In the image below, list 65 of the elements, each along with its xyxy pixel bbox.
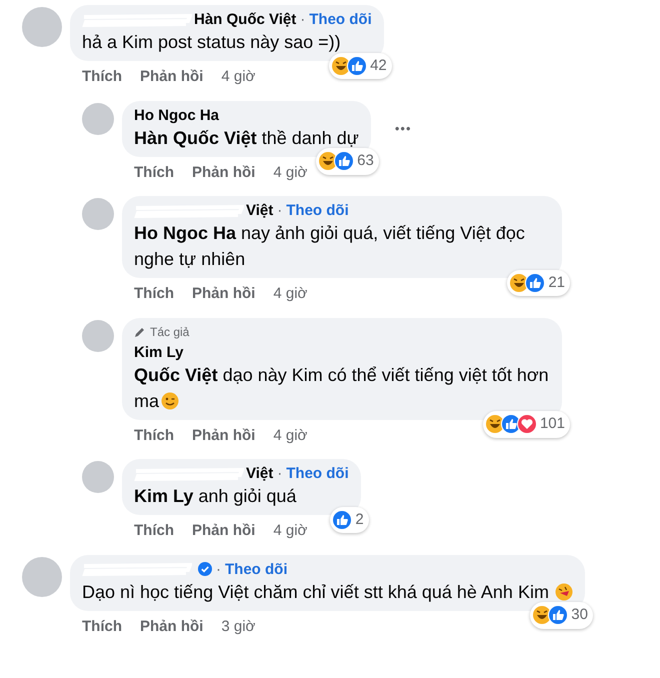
reply-button[interactable]: Phản hồi — [192, 283, 256, 306]
thumbs-up-icon — [347, 56, 368, 76]
separator-dot: · — [300, 10, 306, 29]
avatar[interactable] — [82, 461, 114, 493]
reaction-summary[interactable]: 21 — [507, 270, 570, 296]
comment-text: Hàn Quốc Việt thề danh dự — [134, 126, 359, 150]
reply-button[interactable]: Phản hồi — [140, 66, 204, 88]
like-button[interactable]: Thích — [134, 424, 174, 447]
like-button[interactable]: Thích — [82, 616, 122, 638]
thumbs-up-icon — [525, 272, 546, 293]
avatar[interactable] — [22, 556, 62, 596]
reaction-count: 21 — [548, 272, 565, 292]
pencil-icon — [134, 326, 146, 338]
separator-dot: · — [277, 201, 282, 220]
author-name[interactable]: Kim Ly — [134, 342, 184, 362]
thumbs-up-icon — [334, 151, 354, 172]
follow-link[interactable]: Theo dõi — [286, 464, 349, 483]
comment-text: hả a Kim post status này sao =)) — [82, 31, 342, 54]
avatar[interactable] — [82, 198, 114, 230]
thumbs-up-icon — [332, 510, 352, 530]
reaction-count: 2 — [355, 510, 364, 530]
reply-button[interactable]: Phản hồi — [192, 520, 256, 542]
reaction-count: 101 — [540, 414, 565, 434]
comment-time: 4 giờ — [273, 426, 308, 446]
reaction-summary[interactable]: 63 — [316, 148, 379, 174]
reply-button[interactable]: Phản hồi — [192, 162, 256, 184]
separator-dot: · — [216, 560, 221, 578]
comment-time: 4 giờ — [221, 67, 256, 87]
reply-button[interactable]: Phản hồi — [192, 424, 256, 447]
comment-time: 4 giờ — [273, 284, 308, 304]
like-button[interactable]: Thích — [134, 283, 174, 306]
like-button[interactable]: Thích — [82, 66, 122, 88]
reaction-count: 63 — [357, 151, 374, 171]
avatar[interactable] — [22, 7, 62, 47]
reaction-count: 30 — [571, 605, 588, 625]
avatar[interactable] — [82, 102, 114, 134]
thumbs-up-icon — [548, 605, 568, 626]
reaction-summary[interactable]: 101 — [482, 411, 570, 438]
comment-time: 4 giờ — [273, 162, 308, 182]
author-label: Tác giả — [150, 324, 190, 340]
winking-face-icon — [161, 392, 180, 410]
reaction-summary[interactable]: 2 — [330, 506, 369, 533]
comment-text: Kim Ly anh giỏi quá — [134, 485, 298, 508]
follow-link[interactable]: Theo dõi — [225, 560, 288, 578]
comment-text: Dạo nì học tiếng Việt chăm chỉ viết stt khá quá hè Anh Kim — [82, 578, 573, 604]
separator-dot: · — [277, 464, 282, 483]
more-button[interactable]: ••• — [394, 118, 412, 138]
comment-text: Ho Ngoc Ha nay ảnh giỏi quá, viết tiếng Việt đọc nghe tự nhiên — [134, 222, 526, 271]
like-button[interactable]: Thích — [134, 520, 174, 542]
reaction-count: 42 — [370, 56, 387, 76]
rolling-laughing-face-icon — [554, 582, 573, 600]
reply-button[interactable]: Phản hồi — [140, 616, 204, 638]
author-name[interactable]: Việt — [246, 464, 274, 483]
author-name[interactable]: Việt — [246, 201, 274, 220]
follow-link[interactable]: Theo dõi — [286, 201, 349, 220]
comment-time: 4 giờ — [273, 521, 308, 541]
like-button[interactable]: Thích — [134, 162, 174, 184]
comment-text: Quốc Việt dạo này Kim có thể viết tiếng việt tốt hơn ma — [134, 364, 550, 412]
author-name[interactable]: Ho Ngoc Ha — [134, 106, 220, 124]
author-name[interactable]: Hàn Quốc Việt — [194, 10, 296, 29]
reaction-summary[interactable]: 42 — [329, 52, 392, 79]
avatar[interactable] — [82, 320, 114, 352]
follow-link[interactable]: Theo dõi — [309, 10, 372, 29]
comment-time: 3 giờ — [221, 616, 256, 636]
reaction-summary[interactable]: 30 — [530, 602, 593, 628]
